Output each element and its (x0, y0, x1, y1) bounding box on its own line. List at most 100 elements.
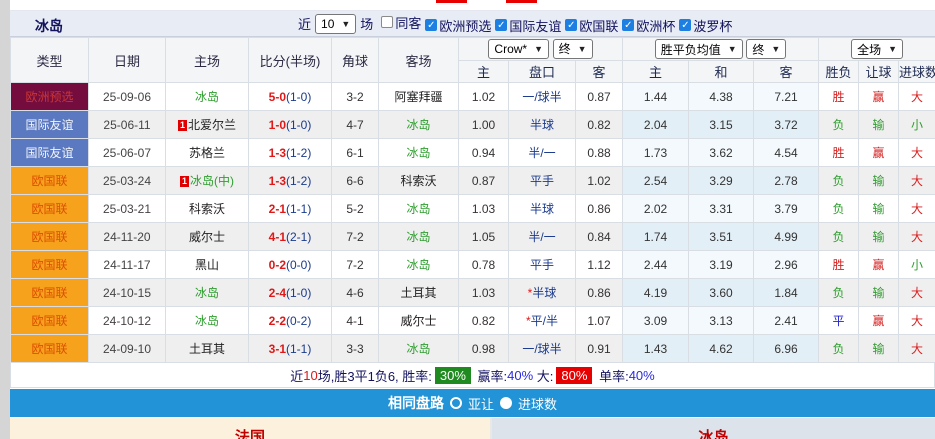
match-tbody: 欧洲预选25-09-06冰岛5-0(1-0)3-2阿塞拜疆1.02一/球半0.8… (11, 83, 935, 363)
checkbox-checked-icon[interactable]: ✓ (622, 19, 634, 31)
summary-text: 大: (533, 366, 553, 385)
col-header-corner: 角球 (332, 38, 379, 83)
away-team-link[interactable]: 土耳其 (379, 279, 459, 307)
col-header-odds-away: 客 (754, 61, 819, 83)
competition-checkbox-国际友谊[interactable]: ✓国际友谊 (495, 16, 561, 35)
radio-unselected-icon[interactable] (450, 397, 462, 409)
winlose-result: 负 (819, 279, 859, 307)
col-header-goals: 进球数 (899, 61, 935, 83)
odds-draw: 4.62 (689, 335, 754, 363)
home-team-name: 黑山 (195, 258, 219, 272)
away-team-name: 冰岛 (406, 342, 430, 356)
odds-stage-select[interactable]: 终▼ (746, 39, 786, 59)
col-header-home: 主场 (166, 38, 249, 83)
handicap-home-odds: 1.03 (459, 279, 509, 307)
odds-draw: 3.15 (689, 111, 754, 139)
home-team-link[interactable]: 冰岛 (166, 83, 249, 111)
match-date: 25-06-07 (89, 139, 166, 167)
home-team-link[interactable]: 1北爱尔兰 (166, 111, 249, 139)
checkbox-unchecked-icon[interactable] (381, 16, 393, 28)
score-link[interactable]: 2-1(1-1) (249, 195, 332, 223)
score-link[interactable]: 0-2(0-0) (249, 251, 332, 279)
handicap-result: 输 (859, 167, 899, 195)
score-link[interactable]: 2-2(0-2) (249, 307, 332, 335)
away-team-link[interactable]: 科索沃 (379, 167, 459, 195)
match-type-badge: 国际友谊 (11, 139, 89, 167)
away-team-link[interactable]: 威尔士 (379, 307, 459, 335)
home-team-link[interactable]: 冰岛 (166, 307, 249, 335)
rank-badge: 1 (178, 120, 187, 131)
home-team-link[interactable]: 威尔士 (166, 223, 249, 251)
handicap-stage-select[interactable]: 终▼ (553, 39, 593, 59)
score-link[interactable]: 3-1(1-1) (249, 335, 332, 363)
half-score: (1-0) (286, 286, 311, 300)
corner-score: 7-2 (332, 251, 379, 279)
odds-group-header: 胜平负均值▼ 终▼ (623, 38, 819, 61)
summary-text: 赢率: (474, 366, 507, 385)
radio-option-进球数[interactable]: 进球数 (518, 394, 557, 413)
away-team-name: 土耳其 (400, 286, 436, 300)
competition-checkbox-同客[interactable]: 同客 (381, 13, 421, 32)
home-team-link[interactable]: 苏格兰 (166, 139, 249, 167)
goals-result: 大 (899, 223, 935, 251)
away-team-link[interactable]: 冰岛 (379, 251, 459, 279)
goals-result: 小 (899, 111, 935, 139)
away-team-name: 威尔士 (400, 314, 436, 328)
checkbox-label: 国际友谊 (509, 16, 561, 35)
full-score: 2-2 (269, 314, 286, 328)
handicap-line: 一/球半 (509, 335, 576, 363)
radio-option-亚让[interactable]: 亚让 (468, 394, 494, 413)
handicap-result: 赢 (859, 83, 899, 111)
right-team-title: 冰岛 (698, 418, 728, 439)
match-type-badge: 欧国联 (11, 223, 89, 251)
competition-checkbox-欧国联[interactable]: ✓欧国联 (565, 16, 618, 35)
away-team-link[interactable]: 冰岛 (379, 335, 459, 363)
winlose-result: 负 (819, 111, 859, 139)
score-link[interactable]: 1-0(1-0) (249, 111, 332, 139)
corner-score: 6-1 (332, 139, 379, 167)
score-link[interactable]: 2-4(1-0) (249, 279, 332, 307)
score-link[interactable]: 5-0(1-0) (249, 83, 332, 111)
away-team-link[interactable]: 阿塞拜疆 (379, 83, 459, 111)
competition-checkbox-波罗杯[interactable]: ✓波罗杯 (679, 16, 732, 35)
home-team-link[interactable]: 冰岛 (166, 279, 249, 307)
handicap-away-odds: 0.86 (576, 279, 623, 307)
same-path-title: 相同盘路 (388, 393, 444, 413)
match-date: 25-06-11 (89, 111, 166, 139)
handicap-home-odds: 0.78 (459, 251, 509, 279)
recent-count-select[interactable]: 10▼ (315, 14, 356, 34)
period-select[interactable]: 全场▼ (851, 39, 903, 59)
winlose-result: 胜 (819, 83, 859, 111)
full-score: 1-3 (269, 146, 286, 160)
odds-away: 6.96 (754, 335, 819, 363)
odds-type-select[interactable]: 胜平负均值▼ (655, 39, 743, 59)
summary-text: 40% (629, 368, 655, 383)
radio-selected-icon[interactable] (500, 397, 512, 409)
competition-checkbox-欧洲预选[interactable]: ✓欧洲预选 (425, 16, 491, 35)
checkbox-checked-icon[interactable]: ✓ (565, 19, 577, 31)
recent-suffix-label: 场 (360, 14, 373, 33)
score-link[interactable]: 1-3(1-2) (249, 139, 332, 167)
score-link[interactable]: 1-3(1-2) (249, 167, 332, 195)
competition-checkbox-欧洲杯[interactable]: ✓欧洲杯 (622, 16, 675, 35)
checkbox-checked-icon[interactable]: ✓ (425, 19, 437, 31)
home-team-link[interactable]: 科索沃 (166, 195, 249, 223)
col-header-handicap-result: 让球 (859, 61, 899, 83)
away-team-link[interactable]: 冰岛 (379, 195, 459, 223)
handicap-away-odds: 0.88 (576, 139, 623, 167)
away-team-link[interactable]: 冰岛 (379, 223, 459, 251)
checkbox-checked-icon[interactable]: ✓ (679, 19, 691, 31)
bookmaker-select[interactable]: Crow*▼ (488, 39, 549, 59)
odds-draw: 3.62 (689, 139, 754, 167)
score-link[interactable]: 4-1(2-1) (249, 223, 332, 251)
home-team-name: 威尔士 (189, 230, 225, 244)
col-header-handicap-away: 客 (576, 61, 623, 83)
home-team-link[interactable]: 1冰岛(中) (166, 167, 249, 195)
match-row: 欧国联24-10-12冰岛2-2(0-2)4-1威尔士0.82*平/半1.073… (11, 307, 935, 335)
home-team-link[interactable]: 土耳其 (166, 335, 249, 363)
handicap-result: 输 (859, 223, 899, 251)
checkbox-checked-icon[interactable]: ✓ (495, 19, 507, 31)
home-team-link[interactable]: 黑山 (166, 251, 249, 279)
away-team-link[interactable]: 冰岛 (379, 139, 459, 167)
away-team-link[interactable]: 冰岛 (379, 111, 459, 139)
